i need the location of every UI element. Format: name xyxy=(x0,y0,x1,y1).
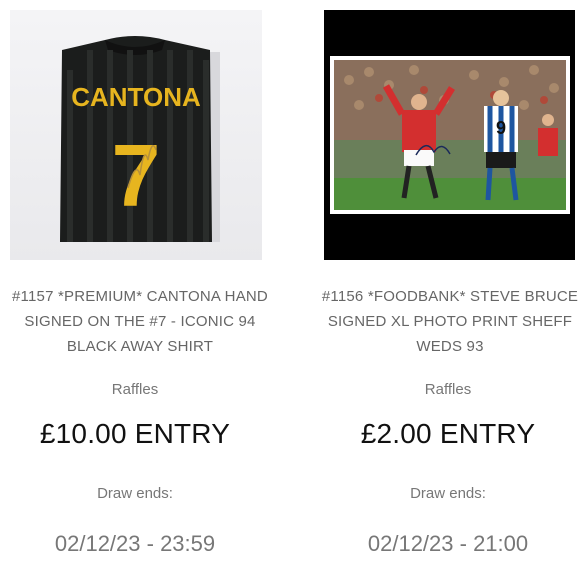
product-title-line: WEDS 93 xyxy=(416,338,484,355)
product-image[interactable]: CANTONA 7 xyxy=(10,10,262,260)
framed-shirt-image: CANTONA 7 xyxy=(10,10,262,260)
draw-ends-label: Draw ends: xyxy=(97,485,173,502)
product-title-line: #1156 *FOODBANK* STEVE BRUCE xyxy=(321,288,579,305)
product-category: Raffles xyxy=(111,381,159,398)
shirt-number-text: 7 xyxy=(112,126,161,225)
draw-end-date: 02/12/23 - 23:59 xyxy=(54,531,216,556)
product-title-line: SIGNED XL PHOTO PRINT SHEFF xyxy=(327,313,573,330)
product-title-line: #1157 *PREMIUM* CANTONA HAND xyxy=(12,288,268,305)
product-title[interactable]: #1156 *FOODBANK* STEVE BRUCE SIGNED XL P… xyxy=(310,284,585,359)
product-title-line: BLACK AWAY SHIRT xyxy=(66,338,214,355)
product-price: £2.00 ENTRY xyxy=(360,418,536,449)
product-title-line: SIGNED ON THE #7 - ICONIC 94 xyxy=(24,313,256,330)
draw-end-date: 02/12/23 - 21:00 xyxy=(367,531,529,556)
player-number-text: 9 xyxy=(496,118,506,138)
product-category: Raffles xyxy=(424,381,472,398)
product-title[interactable]: #1157 *PREMIUM* CANTONA HAND SIGNED ON T… xyxy=(0,284,280,359)
draw-ends-label: Draw ends: xyxy=(410,485,486,502)
framed-photo-image: 9 xyxy=(324,10,575,260)
product-image[interactable]: 9 xyxy=(324,10,575,260)
product-price: £10.00 ENTRY xyxy=(39,418,231,449)
shirt-name-text: CANTONA xyxy=(71,82,201,112)
